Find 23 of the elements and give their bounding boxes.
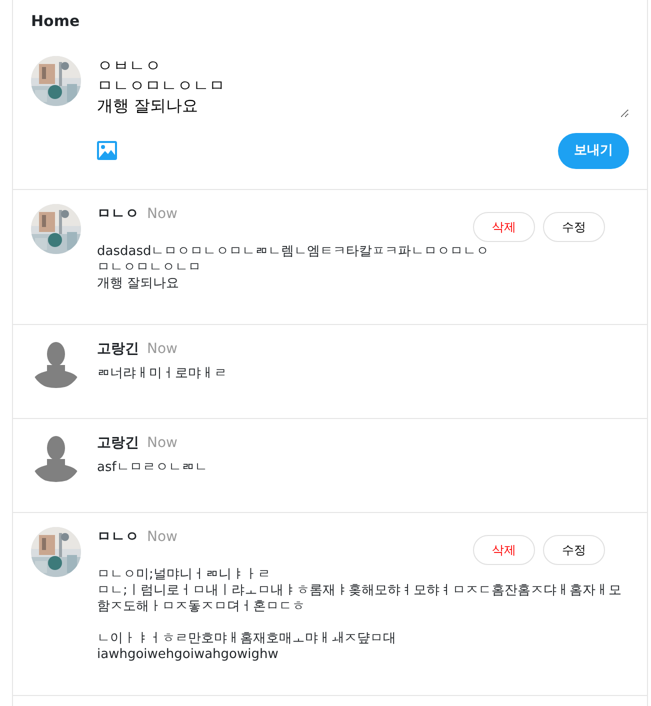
post-text: ㄻ너랴ㅐ미ㅓ로먀ㅐㄹ: [97, 366, 227, 382]
image-icon[interactable]: [97, 141, 117, 160]
author-name: 고랑긴: [97, 340, 139, 358]
page-title: Home: [30, 11, 81, 32]
post-time: Now: [147, 204, 178, 224]
post-time: Now: [147, 528, 178, 546]
post-text: ㅁㄴ;ㅣ럼니로ㅓㅁ내ㅣ랴ㅗㅁ내ㅑㅎ롬재ㅑ홎해모햐ㅕ모햐ㅕㅁㅈㄷ홈잔홈ㅈ댜ㅐ홈자ㅐ모함ㅈ도해ㅏㅁㅈ돟ㅈㅁ뎌ㅓ혼ㅁㄷㅎ: [97, 582, 622, 614]
post-text: ㅁㄴㅇ미;널먀니ㅓㄻ니ㅑㅏㄹ: [97, 566, 270, 582]
post-text: dasdasdㄴㅁㅇㅁㄴㅇㅁㄴㄻㄴ렘ㄴ엠ㅌㅋ타칼ㅍㅋ파ㄴㅁㅇㅁㄴㅇ: [97, 244, 490, 260]
edit-button[interactable]: 수정: [543, 212, 605, 242]
post-text: asfㄴㅁㄹㅇㄴㄻㄴ: [97, 460, 208, 476]
author-name: ㅁㄴㅇ: [97, 528, 139, 546]
post-text: iawhgoiwehgoiwahgowighw: [97, 646, 278, 662]
delete-button[interactable]: 삭제: [473, 212, 535, 242]
edit-button[interactable]: 수정: [543, 534, 605, 564]
post-text: ㅁㄴㅇㅁㄴㅇㄴㅁ: [97, 260, 201, 276]
post-text: ㄴ이ㅏㅑㅓㅎㄹ만호먀ㅐ홈재호매ㅗ먀ㅐㅙㅈ댶ㅁ대: [97, 630, 396, 646]
post-text: 개행 잘되나요: [97, 276, 180, 292]
author-name: ㅁㄴㅇ: [97, 204, 139, 224]
post-time: Now: [147, 340, 178, 358]
author-name: 고랑긴: [97, 434, 139, 452]
delete-button[interactable]: 삭제: [473, 534, 535, 564]
post-time: Now: [147, 434, 178, 452]
